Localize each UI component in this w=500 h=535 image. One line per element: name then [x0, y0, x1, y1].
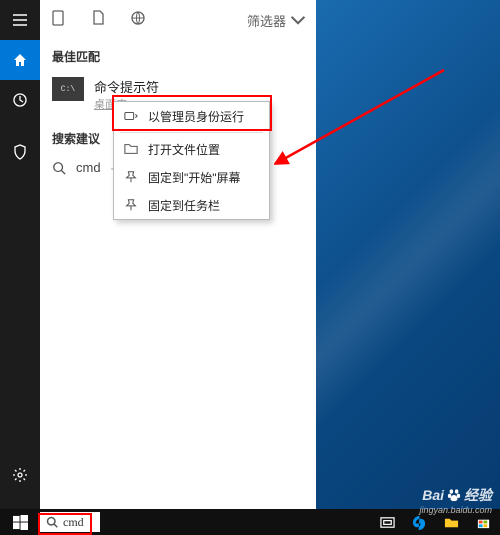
shield-icon[interactable]	[0, 132, 40, 172]
task-view-icon[interactable]	[376, 509, 398, 535]
folder-icon[interactable]	[440, 509, 462, 535]
panel-header: 筛选器	[40, 0, 316, 40]
start-button[interactable]	[0, 509, 40, 535]
suggest-text: cmd	[76, 160, 101, 175]
web-filter-icon[interactable]	[130, 10, 146, 31]
menu-run-as-admin[interactable]: 以管理员身份运行	[114, 102, 269, 130]
menu-pin-start[interactable]: 固定到"开始"屏幕	[114, 163, 269, 191]
filter-label: 筛选器	[247, 11, 286, 30]
desktop-wallpaper	[316, 0, 500, 535]
folder-icon	[124, 142, 138, 156]
documents-filter-icon[interactable]	[90, 10, 106, 31]
taskbar-search-box[interactable]: cmd	[40, 512, 100, 532]
store-icon[interactable]	[472, 509, 494, 535]
search-text: cmd	[63, 515, 84, 530]
context-menu: 以管理员身份运行 打开文件位置 固定到"开始"屏幕 固定到任务栏	[113, 101, 270, 220]
clock-icon[interactable]	[0, 80, 40, 120]
app-name: 命令提示符	[94, 77, 159, 96]
settings-icon[interactable]	[0, 455, 40, 495]
menu-icon[interactable]	[0, 0, 40, 40]
taskbar: cmd	[0, 509, 500, 535]
search-icon	[52, 161, 66, 175]
pin-start-icon	[124, 170, 138, 184]
pin-taskbar-icon	[124, 198, 138, 212]
cmd-icon: C:\	[52, 77, 84, 101]
edge-icon[interactable]	[408, 509, 430, 535]
search-icon	[46, 516, 58, 528]
home-icon[interactable]	[0, 40, 40, 80]
chevron-down-icon	[290, 12, 306, 28]
cortana-sidebar	[0, 0, 40, 535]
run-as-admin-icon	[124, 109, 138, 123]
apps-filter-icon[interactable]	[50, 10, 66, 31]
menu-divider	[120, 132, 263, 133]
menu-pin-taskbar[interactable]: 固定到任务栏	[114, 191, 269, 219]
best-match-title: 最佳匹配	[40, 40, 316, 71]
search-results-panel: 筛选器 最佳匹配 C:\ 命令提示符 桌面应 搜索建议 cmd - 查	[40, 0, 316, 510]
filter-dropdown[interactable]: 筛选器	[247, 11, 306, 30]
menu-open-location[interactable]: 打开文件位置	[114, 135, 269, 163]
